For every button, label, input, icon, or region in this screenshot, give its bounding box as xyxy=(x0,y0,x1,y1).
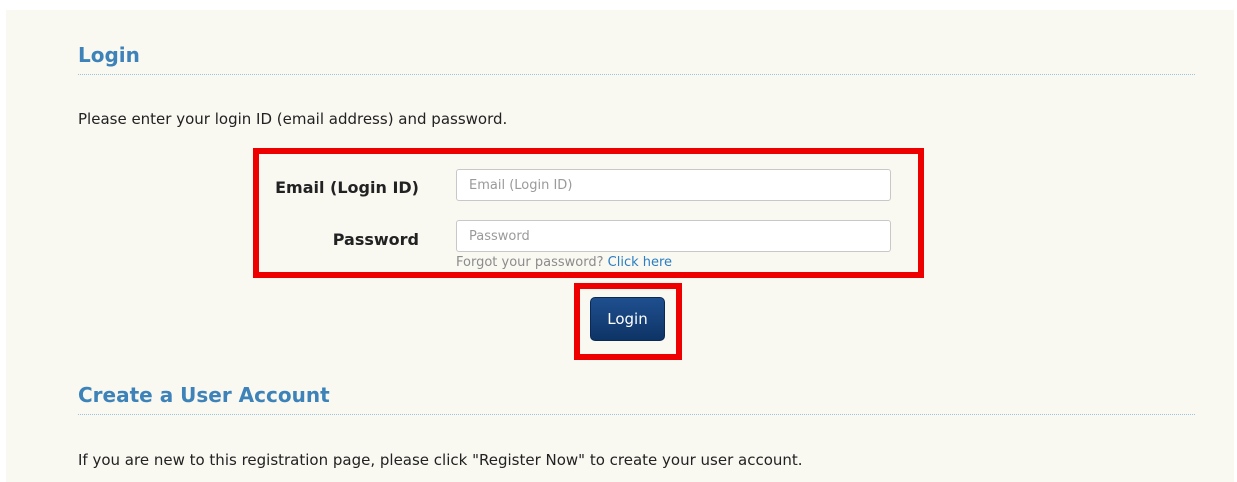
password-field[interactable] xyxy=(456,220,891,252)
login-button[interactable]: Login xyxy=(590,297,665,341)
create-account-heading: Create a User Account xyxy=(78,382,1195,415)
password-label: Password xyxy=(332,230,419,249)
email-field[interactable] xyxy=(456,169,891,201)
forgot-password-text: Forgot your password? Click here xyxy=(456,255,672,270)
login-instructions: Please enter your login ID (email addres… xyxy=(78,110,508,128)
forgot-password-prompt: Forgot your password? xyxy=(456,255,604,270)
email-label: Email (Login ID) xyxy=(275,178,419,197)
login-heading: Login xyxy=(78,42,1195,75)
register-instructions: If you are new to this registration page… xyxy=(78,451,803,469)
login-page: Login Please enter your login ID (email … xyxy=(6,10,1234,482)
forgot-password-link[interactable]: Click here xyxy=(608,255,672,270)
